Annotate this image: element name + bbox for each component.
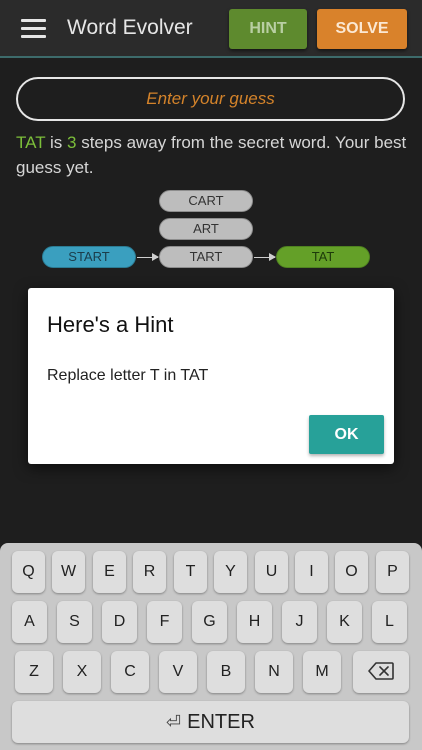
key-y[interactable]: Y — [214, 551, 247, 593]
chain-arrow-right-icon — [137, 253, 159, 261]
app-title: Word Evolver — [67, 16, 193, 39]
key-i[interactable]: I — [295, 551, 328, 593]
ok-button[interactable]: OK — [309, 415, 384, 454]
key-v[interactable]: V — [159, 651, 197, 693]
key-n[interactable]: N — [255, 651, 293, 693]
key-m[interactable]: M — [303, 651, 341, 693]
chain-arrow-right-icon — [254, 253, 276, 261]
key-k[interactable]: K — [327, 601, 362, 643]
enter-key[interactable]: ⏎ ENTER — [12, 701, 409, 743]
key-q[interactable]: Q — [12, 551, 45, 593]
key-a[interactable]: A — [12, 601, 47, 643]
key-j[interactable]: J — [282, 601, 317, 643]
app-bar: Word Evolver HINT SOLVE — [0, 0, 422, 58]
chain-word-art: ART — [159, 218, 253, 240]
on-screen-keyboard: Q W E R T Y U I O P A S D F G H J K L Z … — [0, 543, 422, 750]
key-g[interactable]: G — [192, 601, 227, 643]
key-o[interactable]: O — [335, 551, 368, 593]
chain-word-cart: CART — [159, 190, 253, 212]
key-c[interactable]: C — [111, 651, 149, 693]
key-l[interactable]: L — [372, 601, 407, 643]
key-x[interactable]: X — [63, 651, 101, 693]
key-b[interactable]: B — [207, 651, 245, 693]
hint-button[interactable]: HINT — [229, 9, 307, 49]
chain-end-pill: TAT — [276, 246, 370, 268]
guess-feedback: TAT is 3 steps away from the secret word… — [16, 130, 408, 180]
hint-dialog: Here's a Hint Replace letter T in TAT OK — [28, 288, 394, 464]
guess-word: TAT — [16, 133, 46, 152]
feedback-text-is: is — [45, 133, 68, 152]
key-h[interactable]: H — [237, 601, 272, 643]
hamburger-menu-icon[interactable] — [21, 19, 46, 39]
backspace-icon — [368, 661, 394, 680]
key-p[interactable]: P — [376, 551, 409, 593]
key-z[interactable]: Z — [15, 651, 53, 693]
chain-word-tart: TART — [159, 246, 253, 268]
enter-label: ENTER — [187, 710, 255, 733]
key-r[interactable]: R — [133, 551, 166, 593]
word-evolver-screen: Word Evolver HINT SOLVE TAT is 3 steps a… — [0, 0, 422, 750]
key-s[interactable]: S — [57, 601, 92, 643]
dialog-title: Here's a Hint — [47, 312, 174, 337]
key-t[interactable]: T — [174, 551, 207, 593]
solve-button[interactable]: SOLVE — [317, 9, 407, 49]
key-w[interactable]: W — [52, 551, 85, 593]
key-e[interactable]: E — [93, 551, 126, 593]
key-u[interactable]: U — [255, 551, 288, 593]
key-d[interactable]: D — [102, 601, 137, 643]
dialog-message: Replace letter T in TAT — [47, 367, 209, 384]
backspace-key[interactable] — [353, 651, 409, 693]
chain-start-pill: START — [42, 246, 136, 268]
enter-return-icon: ⏎ — [166, 711, 182, 732]
key-f[interactable]: F — [147, 601, 182, 643]
guess-input[interactable] — [16, 77, 405, 121]
